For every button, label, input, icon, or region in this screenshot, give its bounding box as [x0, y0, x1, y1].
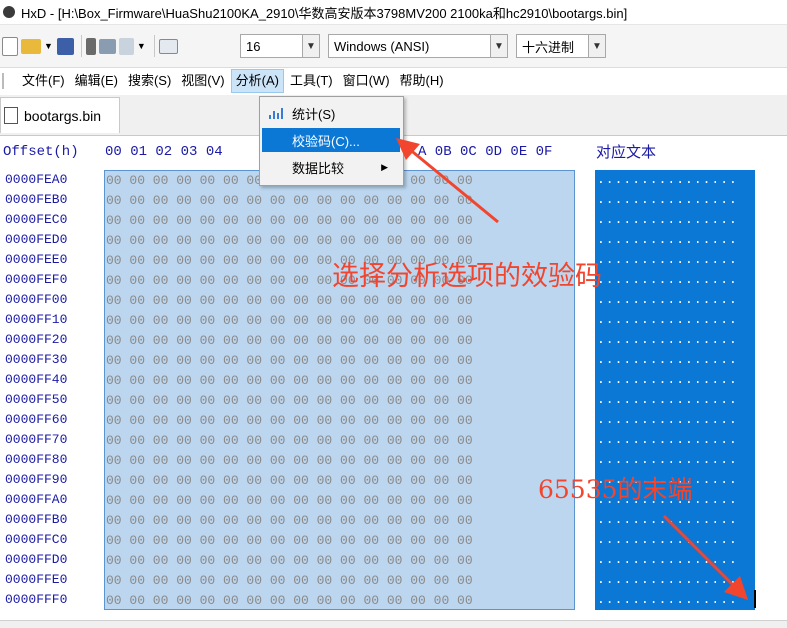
arrow-to-checksum: [396, 138, 499, 224]
annotation-select-checksum: 选择分析选项的效验码: [332, 261, 602, 292]
arrow-to-end: [662, 514, 748, 600]
annotation-arrows: [396, 138, 748, 600]
annotation-end-of-65535: 65535的末端: [538, 475, 693, 504]
